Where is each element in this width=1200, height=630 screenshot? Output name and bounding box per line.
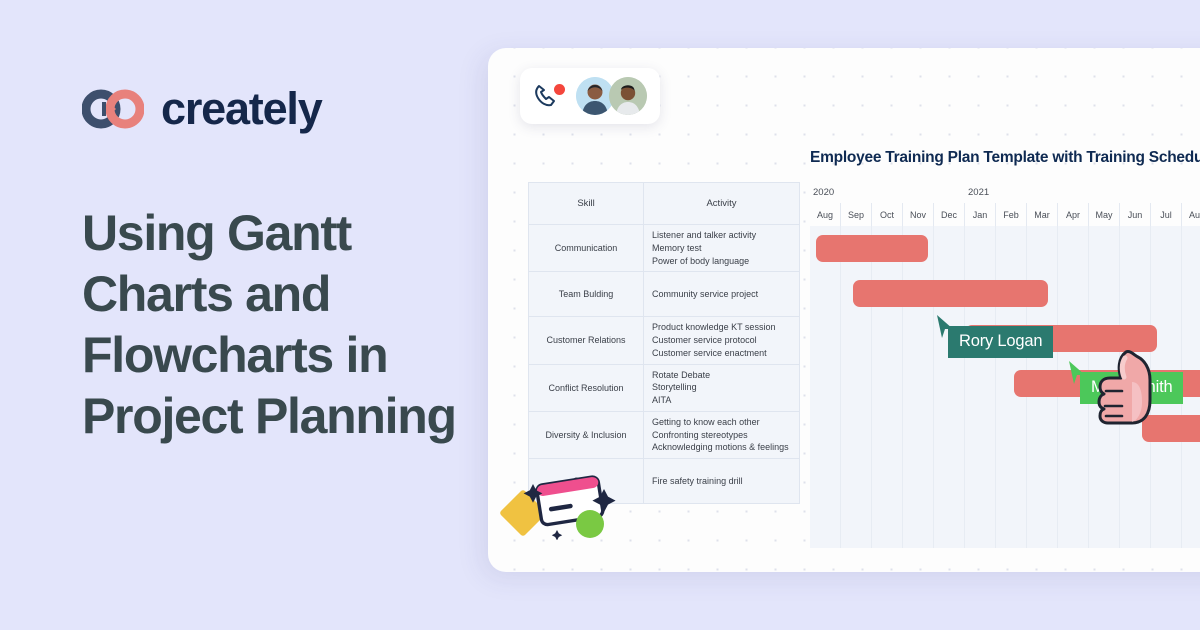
timeline-year-spacer (1151, 182, 1182, 203)
left-hero-panel: creately Using Gantt Charts and Flowchar… (0, 0, 490, 630)
table-header-row: Skill Activity (527, 182, 800, 225)
timeline-year-spacer (934, 182, 965, 203)
cell-skill: Team Bulding (527, 271, 645, 318)
column-header-activity: Activity (643, 182, 800, 225)
creately-canvas-card: Employee Training Plan Template with Tra… (488, 48, 1200, 572)
timeline-month-label: Dec (934, 203, 965, 226)
timeline-month-label: Aug (810, 203, 841, 226)
call-toolbar-chip[interactable] (520, 68, 660, 124)
timeline-year-spacer (1089, 182, 1120, 203)
table-row: Communication Listener and talker activit… (527, 223, 800, 273)
timeline-year-label: 2021 (965, 182, 996, 203)
cell-activity: Fire safety training drill (643, 458, 800, 505)
timeline-month-label: Oct (872, 203, 903, 226)
activity-line: Power of body language (652, 255, 750, 266)
timeline-month-label: Jan (965, 203, 996, 226)
timeline-month-label: Feb (996, 203, 1027, 226)
gantt-bar[interactable] (853, 280, 1049, 307)
activity-line: Confronting stereotypes (652, 429, 748, 440)
timeline-column (841, 226, 872, 548)
timeline-year-spacer (1058, 182, 1089, 203)
timeline-column (903, 226, 934, 548)
cell-activity: Product knowledge KT session Customer ser… (643, 316, 800, 365)
timeline-year-spacer (903, 182, 934, 203)
thumbs-up-icon (1088, 344, 1162, 433)
timeline-column (872, 226, 903, 548)
activity-line: Product knowledge KT session (652, 322, 776, 333)
cell-skill: Communication (527, 223, 645, 273)
table-row: Conflict Resolution Rotate Debate Storytel… (527, 363, 800, 412)
cell-activity: Getting to know each other Confronting st… (643, 410, 800, 460)
timeline-year-row: 2020 2021 (810, 182, 1200, 203)
cell-activity: Listener and talker activity Memory test P… (643, 223, 800, 273)
timeline-year-spacer (996, 182, 1027, 203)
timeline-year-spacer (1182, 182, 1200, 203)
recording-dot-icon (554, 84, 565, 95)
timeline-month-label: Nov (903, 203, 934, 226)
activity-line: AITA (652, 395, 672, 406)
table-row: Customer Relations Product knowledge KT s… (527, 316, 800, 365)
phone-handset-icon[interactable] (532, 81, 566, 111)
table-row: Team Bulding Community service project (527, 271, 800, 318)
timeline-year-spacer (872, 182, 903, 203)
timeline-month-label: Jul (1151, 203, 1182, 226)
column-header-skill: Skill (527, 182, 645, 225)
decorative-doodles (500, 460, 620, 545)
page-title: Using Gantt Charts and Flowcharts in Pro… (82, 205, 457, 444)
activity-line: Community service project (652, 288, 759, 299)
timeline-year-spacer (1120, 182, 1151, 203)
cell-skill: Diversity & Inclusion (527, 410, 645, 460)
activity-line: Rotate Debate (652, 369, 711, 380)
activity-line: Customer service protocol (652, 335, 757, 346)
activity-line: Listener and talker activity (652, 230, 757, 240)
brand-logo[interactable]: creately (82, 83, 323, 134)
timeline-month-label: Mar (1027, 203, 1058, 226)
timeline-month-label: Jun (1120, 203, 1151, 226)
timeline-year-spacer (1027, 182, 1058, 203)
activity-line: Storytelling (652, 382, 697, 393)
cell-activity: Community service project (643, 271, 800, 318)
timeline-month-row: AugSepOctNovDecJanFebMarAprMayJunJulAug (810, 203, 1200, 226)
timeline-year-spacer (841, 182, 872, 203)
timeline-column (965, 226, 996, 548)
skill-activity-table: Skill Activity Communication Listener and… (527, 182, 800, 505)
creately-rings-icon (82, 89, 144, 129)
call-participants[interactable] (576, 77, 647, 115)
timeline-month-label: Apr (1058, 203, 1089, 226)
gantt-chart-title: Employee Training Plan Template with Tra… (810, 149, 1200, 166)
cell-skill: Customer Relations (527, 316, 645, 365)
timeline-column (934, 226, 965, 548)
collaborator-name-label: Rory Logan (948, 326, 1054, 358)
cell-activity: Rotate Debate Storytelling AITA (643, 363, 800, 412)
cell-skill: Conflict Resolution (527, 363, 645, 412)
activity-line: Customer service enactment (652, 347, 767, 358)
timeline-month-label: Aug (1182, 203, 1200, 226)
timeline-column (810, 226, 841, 548)
timeline-year-label: 2020 (810, 182, 841, 203)
avatar[interactable] (609, 77, 647, 115)
brand-name: creately (161, 83, 323, 134)
activity-line: Acknowledging motions & feelings (652, 442, 789, 453)
table-row: Diversity & Inclusion Getting to know eac… (527, 410, 800, 460)
timeline-month-label: May (1089, 203, 1120, 226)
activity-line: Memory test (652, 242, 702, 253)
activity-line: Fire safety training drill (652, 475, 743, 486)
activity-line: Getting to know each other (652, 416, 760, 427)
gantt-bar[interactable] (816, 235, 928, 262)
timeline-month-label: Sep (841, 203, 872, 226)
